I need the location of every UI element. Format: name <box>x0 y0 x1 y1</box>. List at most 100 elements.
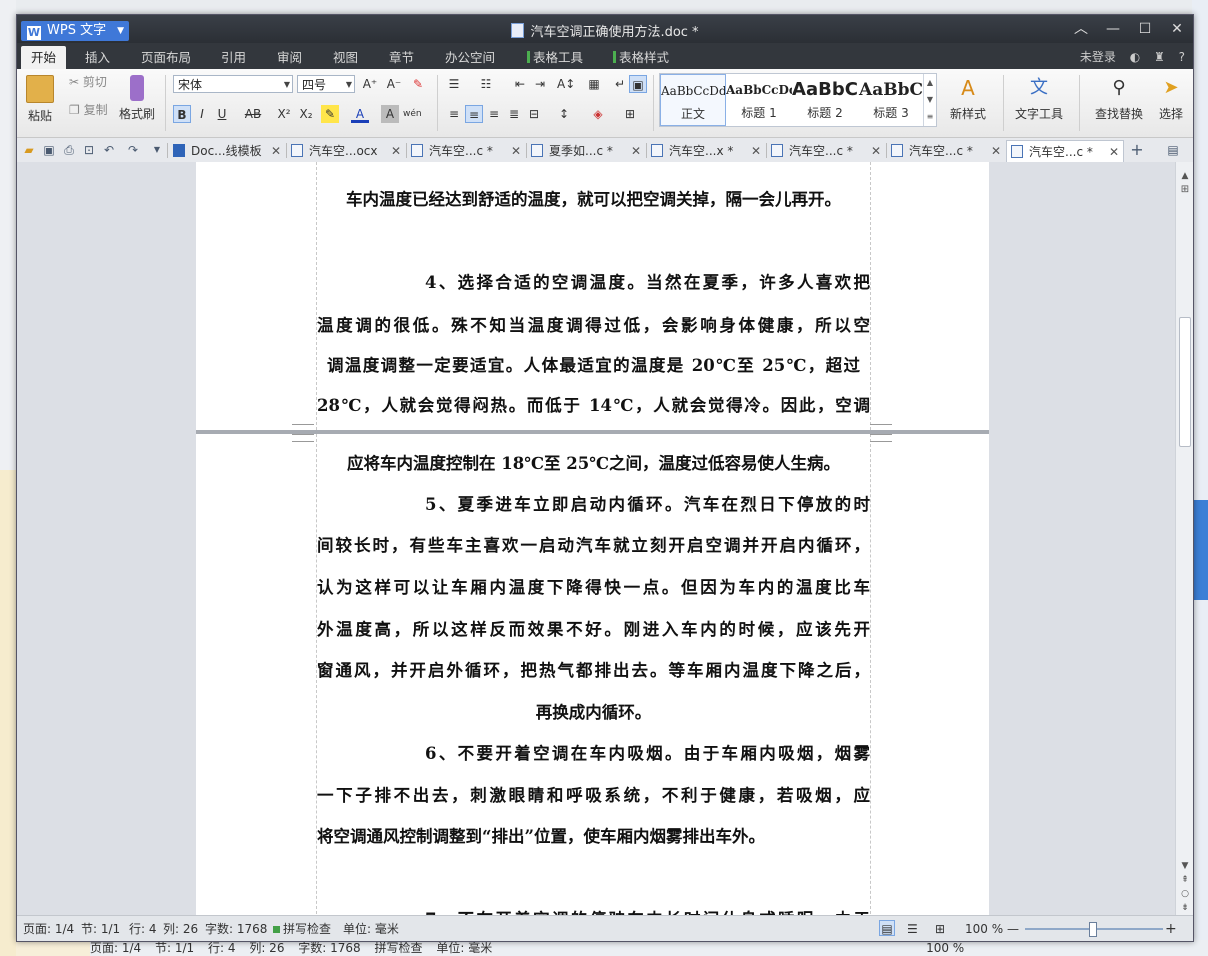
page-text-area[interactable]: 应将车内温度控制在 18℃至 25℃之间，温度过低容易使人生病。 5、夏季进车立… <box>316 434 871 915</box>
text-direction-icon[interactable]: A↕ <box>557 75 575 93</box>
close-tab-icon[interactable]: ✕ <box>391 140 401 162</box>
format-painter-button[interactable]: 格式刷 <box>117 75 157 122</box>
web-view-icon[interactable]: ⊞ <box>935 916 945 941</box>
paragraph-shading-icon[interactable]: ◈ <box>589 105 607 123</box>
vertical-scrollbar[interactable]: ▲ ⊞ ▼ ⇞ ○ ⇟ <box>1175 162 1193 915</box>
doc-tab[interactable]: 汽车空...c * ✕ <box>887 140 1005 162</box>
status-word-count[interactable]: 字数: 1768 <box>205 916 267 941</box>
align-left-icon[interactable]: ≡ <box>445 105 463 123</box>
open-folder-icon[interactable]: ▰ <box>21 142 37 158</box>
tab-insert[interactable]: 插入 <box>75 46 120 69</box>
clear-format-icon[interactable]: ✎ <box>409 75 427 93</box>
shirt-icon[interactable]: ♜ <box>1154 50 1165 64</box>
status-page[interactable]: 页面: 1/4 <box>23 916 74 941</box>
scroll-top-icon[interactable]: ▲ <box>1179 170 1191 182</box>
font-name-combo[interactable]: 宋体 ▼ <box>173 75 293 93</box>
highlight-icon[interactable]: ✎ <box>321 105 339 123</box>
style-gallery-scroll[interactable]: ▲ ▼ ≡ <box>923 74 936 126</box>
zoom-slider-knob[interactable] <box>1089 922 1097 937</box>
tab-table-style[interactable]: 表格样式 <box>603 46 679 69</box>
outline-view-icon[interactable]: ☰ <box>907 916 918 941</box>
scroll-down-icon[interactable]: ▼ <box>1179 860 1191 872</box>
find-replace-button[interactable]: ⚲ 查找替换 <box>1089 75 1149 122</box>
close-tab-icon[interactable]: ✕ <box>751 140 761 162</box>
tab-list-icon[interactable]: ▤ <box>1165 142 1181 158</box>
tab-references[interactable]: 引用 <box>211 46 256 69</box>
paste-button[interactable]: 粘贴 <box>23 75 57 124</box>
doc-tab[interactable]: 汽车空...c * ✕ <box>767 140 885 162</box>
underline-icon[interactable]: U <box>213 105 231 123</box>
subscript-icon[interactable]: X₂ <box>297 105 315 123</box>
phonetic-guide-icon[interactable]: wén <box>403 105 422 123</box>
page-text-area[interactable]: 车内温度已经达到舒适的温度，就可以把空调关掉，隔一会儿再开。 4、选择合适的空调… <box>316 162 871 430</box>
close-tab-icon[interactable]: ✕ <box>271 140 281 162</box>
align-center-icon[interactable]: ≡ <box>465 105 483 123</box>
text-tools-button[interactable]: 文 文字工具 <box>1011 75 1067 122</box>
italic-icon[interactable]: I <box>193 105 211 123</box>
borders-icon[interactable]: ⊞ <box>621 105 639 123</box>
close-tab-icon[interactable]: ✕ <box>511 140 521 162</box>
paragraph-mark-icon[interactable]: ↵ <box>611 75 629 93</box>
browse-object-icon[interactable]: ○ <box>1179 888 1191 900</box>
zoom-level[interactable]: 100 % <box>965 916 1003 941</box>
style-normal[interactable]: AaBbCcDd 正文 <box>660 74 726 126</box>
doc-tab[interactable]: 汽车空...ocx ✕ <box>287 140 405 162</box>
scrollbar-thumb[interactable] <box>1179 317 1191 447</box>
bold-icon[interactable]: B <box>173 105 191 123</box>
ruler-toggle-icon[interactable]: ⊞ <box>1179 184 1191 196</box>
close-tab-icon[interactable]: ✕ <box>631 140 641 162</box>
align-right-icon[interactable]: ≡ <box>485 105 503 123</box>
minimize-button[interactable]: — <box>1097 15 1129 43</box>
close-tab-icon[interactable]: ✕ <box>991 140 1001 162</box>
print-preview-icon[interactable]: ⊡ <box>81 142 97 158</box>
close-tab-icon[interactable]: ✕ <box>1109 141 1119 163</box>
tab-review[interactable]: 审阅 <box>267 46 312 69</box>
grow-font-icon[interactable]: A⁺ <box>361 75 379 93</box>
select-button[interactable]: ➤ 选择 <box>1157 75 1185 122</box>
numbered-list-icon[interactable]: ☷ <box>477 75 495 93</box>
spell-check-toggle[interactable]: 拼写检查 <box>273 916 331 941</box>
tab-home[interactable]: 开始 <box>21 46 67 69</box>
quick-access-more-icon[interactable]: ▼ <box>149 142 165 158</box>
font-color-icon[interactable]: A <box>351 105 369 123</box>
page-view-icon[interactable]: ▤ <box>879 920 895 936</box>
next-page-icon[interactable]: ⇟ <box>1179 902 1191 914</box>
undo-icon[interactable]: ↶ <box>101 142 117 158</box>
font-size-combo[interactable]: 四号 ▼ <box>297 75 355 93</box>
save-icon[interactable]: ▣ <box>41 142 57 158</box>
print-icon[interactable]: ⎙ <box>61 142 77 158</box>
char-shading-icon[interactable]: A <box>381 105 399 123</box>
cut-button[interactable]: ✂ 剪切 <box>69 73 107 90</box>
tab-page-layout[interactable]: 页面布局 <box>131 46 201 69</box>
line-spacing-icon[interactable]: ↕ <box>555 105 573 123</box>
new-style-button[interactable]: A 新样式 <box>943 75 993 122</box>
style-heading-1[interactable]: AaBbCcDd 标题 1 <box>726 74 792 126</box>
close-button[interactable]: ✕ <box>1161 15 1193 43</box>
maximize-button[interactable]: ☐ <box>1129 15 1161 43</box>
redo-icon[interactable]: ↷ <box>125 142 141 158</box>
distribute-icon[interactable]: ⊟ <box>525 105 543 123</box>
login-link[interactable]: 未登录 <box>1080 50 1116 64</box>
help-button[interactable]: ? <box>1179 50 1185 64</box>
shrink-font-icon[interactable]: A⁻ <box>385 75 403 93</box>
skin-icon[interactable]: ◐ <box>1130 50 1140 64</box>
bullet-list-icon[interactable]: ☰ <box>445 75 463 93</box>
style-heading-2[interactable]: AaBbC 标题 2 <box>792 74 858 126</box>
collapse-ribbon-icon[interactable]: ︿ <box>1065 15 1097 43</box>
doc-tab[interactable]: 夏季如...c * ✕ <box>527 140 645 162</box>
doc-tab[interactable]: Doc...线模板 ✕ <box>169 140 285 162</box>
decrease-indent-icon[interactable]: ⇤ <box>511 75 529 93</box>
style-heading-3[interactable]: AaBbC 标题 3 <box>858 74 924 126</box>
status-unit[interactable]: 单位: 毫米 <box>343 916 399 941</box>
doc-tab-active[interactable]: 汽车空...c * ✕ <box>1006 140 1124 162</box>
tab-office-space[interactable]: 办公空间 <box>435 46 505 69</box>
tab-table-tools[interactable]: 表格工具 <box>517 46 593 69</box>
superscript-icon[interactable]: X² <box>275 105 293 123</box>
copy-button[interactable]: ❐ 复制 <box>69 101 108 118</box>
table-grid-icon[interactable]: ▦ <box>585 75 603 93</box>
doc-tab[interactable]: 汽车空...c * ✕ <box>407 140 525 162</box>
zoom-out-icon[interactable]: — <box>1007 916 1019 941</box>
tab-chapter[interactable]: 章节 <box>379 46 424 69</box>
justify-icon[interactable]: ≣ <box>505 105 523 123</box>
zoom-in-icon[interactable]: + <box>1165 916 1177 941</box>
